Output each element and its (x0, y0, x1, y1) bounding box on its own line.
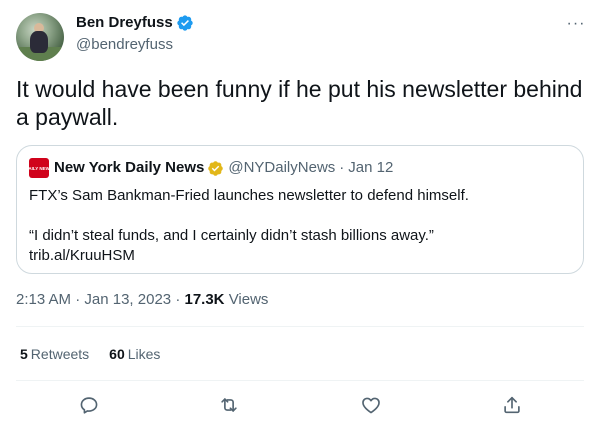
nydn-logo-icon: DAILY NEWS (25, 158, 53, 178)
author-handle[interactable]: @bendreyfuss (76, 35, 194, 55)
retweets-label: Retweets (30, 346, 90, 362)
tweet-stats: 5 Retweets 60 Likes (20, 344, 160, 364)
author-block: Ben Dreyfuss @bendreyfuss (76, 13, 194, 55)
retweets-stat[interactable]: 5 Retweets (20, 344, 89, 364)
views-label: Views (228, 291, 269, 308)
tweet-time[interactable]: 2:13 AM (16, 291, 71, 308)
quoted-date[interactable]: Jan 12 (348, 158, 393, 178)
tweet-text: It would have been funny if he put his n… (16, 76, 583, 130)
quoted-tweet-header: DAILY NEWS New York Daily News @NYDailyN… (25, 158, 571, 178)
meta-separator-2: · (175, 291, 181, 308)
likes-count: 60 (109, 346, 125, 362)
quoted-text-line1: FTX’s Sam Bankman-Fried launches newslet… (29, 187, 469, 204)
views-count: 17.3K (184, 291, 225, 308)
tweet-date[interactable]: Jan 13, 2023 (84, 291, 171, 308)
author-display-name[interactable]: Ben Dreyfuss (76, 13, 173, 33)
quoted-display-name[interactable]: New York Daily News (54, 158, 204, 178)
gold-verified-badge-icon (207, 160, 224, 177)
likes-stat[interactable]: 60 Likes (109, 344, 160, 364)
divider-top (16, 326, 584, 327)
like-icon[interactable] (360, 394, 382, 416)
meta-separator-1: · (75, 291, 81, 308)
verified-badge-icon[interactable] (176, 14, 194, 32)
divider-bottom (16, 380, 584, 381)
avatar-figure (30, 31, 48, 53)
avatar[interactable] (16, 13, 64, 61)
retweet-icon[interactable] (218, 394, 240, 416)
tweet-meta: 2:13 AM · Jan 13, 2023 · 17.3K Views (16, 290, 268, 310)
quoted-text-line2: “I didn’t steal funds, and I certainly d… (29, 227, 434, 244)
share-icon[interactable] (501, 394, 523, 416)
quoted-separator: · (339, 159, 345, 176)
quoted-tweet-body: FTX’s Sam Bankman-Fried launches newslet… (29, 186, 571, 266)
tweet: Ben Dreyfuss @bendreyfuss ··· It would h… (0, 0, 600, 428)
quoted-tweet[interactable]: DAILY NEWS New York Daily News @NYDailyN… (16, 145, 584, 274)
reply-icon[interactable] (78, 394, 100, 416)
likes-label: Likes (127, 346, 161, 362)
more-options-icon[interactable]: ··· (566, 14, 586, 34)
retweets-count: 5 (20, 346, 28, 362)
quoted-handle[interactable]: @NYDailyNews (228, 158, 335, 178)
quoted-link[interactable]: trib.al/KruuHSM (29, 246, 571, 266)
nydn-logo-text: DAILY NEWS (25, 165, 53, 171)
author-name-row[interactable]: Ben Dreyfuss (76, 13, 194, 33)
tweet-actions (16, 390, 584, 420)
